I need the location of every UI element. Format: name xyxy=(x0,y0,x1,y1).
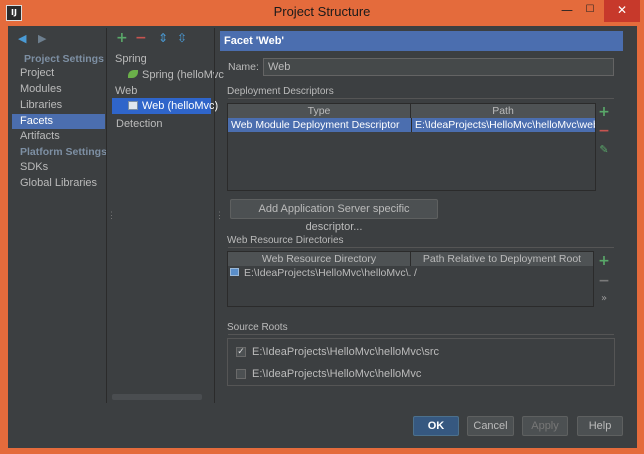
sidebar-item-artifacts[interactable]: Artifacts xyxy=(12,129,105,144)
back-arrow-icon[interactable]: ◀ xyxy=(18,32,26,45)
forward-arrow-icon[interactable]: ▶ xyxy=(38,32,46,45)
sidebar-item-project[interactable]: Project xyxy=(12,66,105,81)
sidebar-item-global-libraries[interactable]: Global Libraries xyxy=(12,176,105,191)
column-header-relative-path[interactable]: Path Relative to Deployment Root xyxy=(411,252,593,266)
window-title: Project Structure xyxy=(273,4,371,19)
sidebar-item-sdks[interactable]: SDKs xyxy=(12,160,105,175)
apply-button[interactable]: Apply xyxy=(522,416,568,436)
group-separator xyxy=(228,247,614,248)
expand-all-icon[interactable]: ⇕ xyxy=(158,31,168,45)
splitter-handle[interactable]: ⋮ xyxy=(107,210,116,221)
deployment-descriptors-title: Deployment Descriptors xyxy=(227,86,334,97)
facet-name-field[interactable]: Web xyxy=(263,58,614,76)
remove-facet-icon[interactable]: − xyxy=(135,30,147,46)
ok-button[interactable]: OK xyxy=(413,416,459,436)
tree-node-spring[interactable]: Spring xyxy=(115,53,147,65)
table-cell-relative[interactable]: / xyxy=(411,266,591,280)
collapse-all-icon[interactable]: ⇳ xyxy=(177,31,187,45)
tree-scrollbar[interactable] xyxy=(112,394,202,400)
source-roots-title: Source Roots xyxy=(227,322,288,333)
tree-node-web[interactable]: Web xyxy=(115,85,137,97)
cancel-button[interactable]: Cancel xyxy=(467,416,514,436)
section-project-settings: Project Settings xyxy=(24,53,104,65)
column-header-type[interactable]: Type xyxy=(228,104,411,118)
maximize-icon[interactable]: ☐ xyxy=(578,0,602,22)
source-root-checkbox-hellomvc[interactable] xyxy=(236,369,246,379)
tree-node-spring-hellomvc[interactable]: Spring (helloMvc xyxy=(142,69,224,81)
minimize-icon[interactable]: — xyxy=(556,0,578,22)
column-header-web-resource-directory[interactable]: Web Resource Directory xyxy=(228,252,411,266)
sidebar-item-modules[interactable]: Modules xyxy=(12,82,105,97)
add-descriptor-icon[interactable]: + xyxy=(598,104,610,120)
facet-panel-header: Facet 'Web' xyxy=(220,31,623,51)
name-label: Name: xyxy=(228,61,259,73)
group-separator xyxy=(228,98,614,99)
sidebar-item-libraries[interactable]: Libraries xyxy=(12,98,105,113)
source-root-checkbox-src[interactable]: ✓ xyxy=(236,347,246,357)
table-cell-path[interactable]: E:\IdeaProjects\HelloMvc\helloMvc\web\ xyxy=(411,118,595,132)
close-icon[interactable]: ✕ xyxy=(604,0,640,22)
sidebar-item-facets[interactable]: Facets xyxy=(12,114,105,129)
more-actions-icon[interactable]: » xyxy=(598,293,610,304)
add-facet-icon[interactable]: + xyxy=(116,30,128,46)
group-separator xyxy=(228,334,614,335)
remove-descriptor-icon[interactable]: − xyxy=(598,123,610,139)
column-header-path[interactable]: Path xyxy=(411,104,595,118)
tree-node-web-hellomvc[interactable]: Web (helloMvc) xyxy=(142,100,218,112)
table-cell-type[interactable]: Web Module Deployment Descriptor xyxy=(228,118,411,132)
web-resource-directories-title: Web Resource Directories xyxy=(227,235,344,246)
splitter-handle-2[interactable]: ⋮ xyxy=(215,210,224,221)
section-platform-settings: Platform Settings xyxy=(20,146,107,158)
help-button[interactable]: Help xyxy=(577,416,623,436)
add-web-resource-icon[interactable]: + xyxy=(598,253,610,269)
remove-web-resource-icon[interactable]: − xyxy=(598,273,610,289)
folder-icon xyxy=(230,268,239,276)
table-cell-directory[interactable]: E:\IdeaProjects\HelloMvc\helloMvc\... xyxy=(241,266,411,280)
add-server-descriptor-button[interactable]: Add Application Server specific descript… xyxy=(230,199,438,233)
source-root-label-src[interactable]: E:\IdeaProjects\HelloMvc\helloMvc\src xyxy=(252,346,439,358)
web-facet-icon xyxy=(128,101,138,110)
tree-node-detection[interactable]: Detection xyxy=(116,118,162,130)
source-root-label-hellomvc[interactable]: E:\IdeaProjects\HelloMvc\helloMvc xyxy=(252,368,421,380)
edit-descriptor-icon[interactable]: ✎ xyxy=(598,143,610,156)
